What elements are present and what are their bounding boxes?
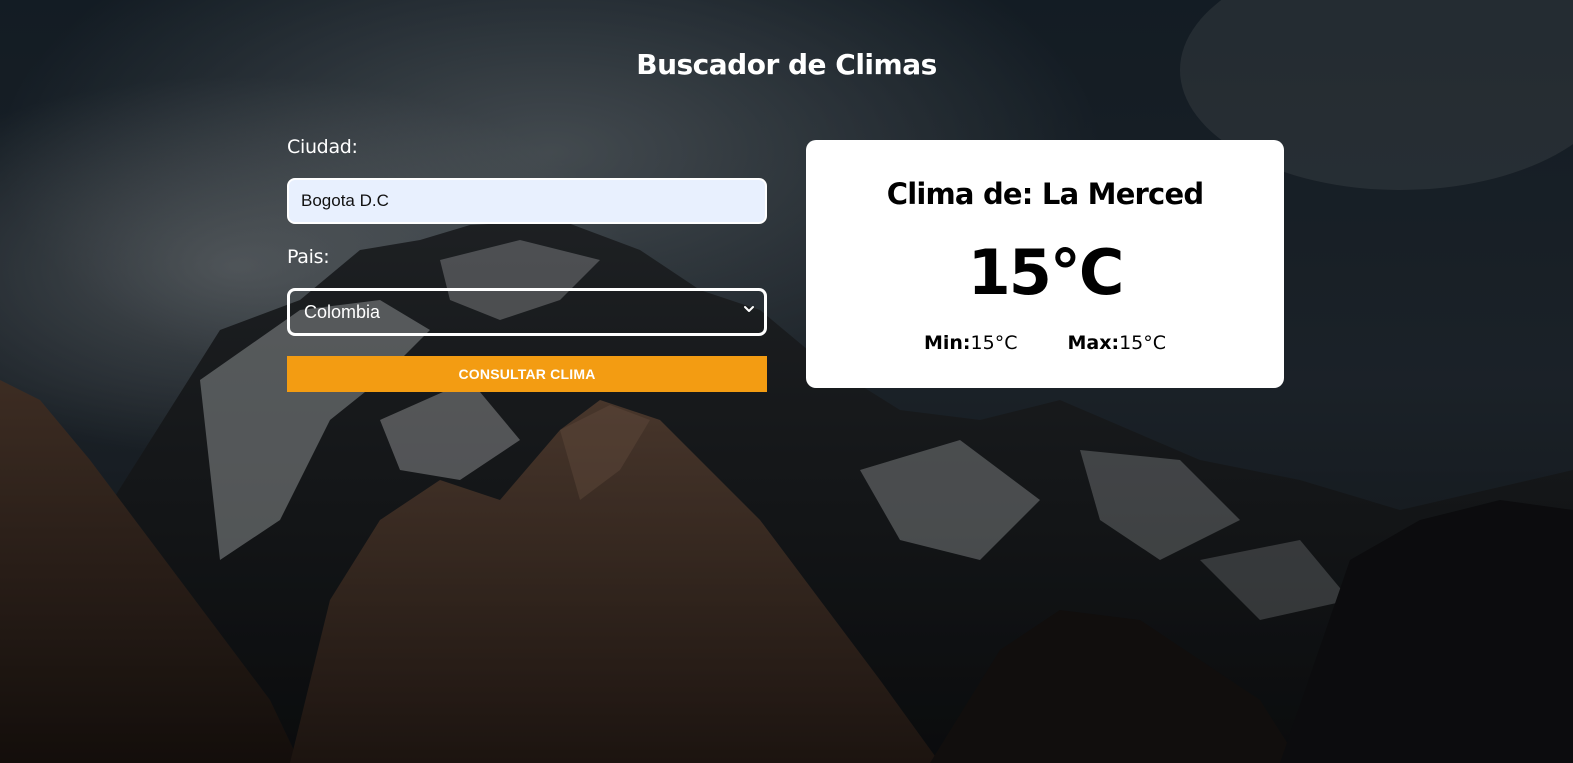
weather-result-card: Clima de: La Merced 15°C Min:15°C Max:15… (806, 140, 1284, 388)
background-image (0, 0, 1573, 763)
max-temperature: Max:15°C (1067, 332, 1166, 354)
max-value: 15°C (1119, 332, 1167, 354)
city-input[interactable] (287, 178, 767, 224)
min-label: Min: (923, 332, 971, 354)
consultar-clima-button[interactable]: CONSULTAR CLIMA (287, 356, 767, 392)
country-label: Pais: (287, 246, 330, 268)
page-title: Buscador de Climas (636, 48, 937, 81)
result-title: Clima de: La Merced (886, 177, 1204, 211)
chevron-down-icon (744, 306, 754, 312)
max-label: Max: (1067, 332, 1120, 354)
city-label: Ciudad: (287, 136, 358, 158)
weather-search-form: Ciudad: Pais: Colombia CONSULTAR CLIMA (287, 130, 767, 392)
min-max-row: Min:15°C Max:15°C (806, 332, 1284, 354)
country-select-value: Colombia (304, 302, 381, 322)
min-temperature: Min:15°C (924, 332, 1018, 354)
min-value: 15°C (970, 332, 1018, 354)
current-temperature: 15°C (967, 236, 1125, 309)
country-select[interactable]: Colombia (287, 288, 767, 336)
